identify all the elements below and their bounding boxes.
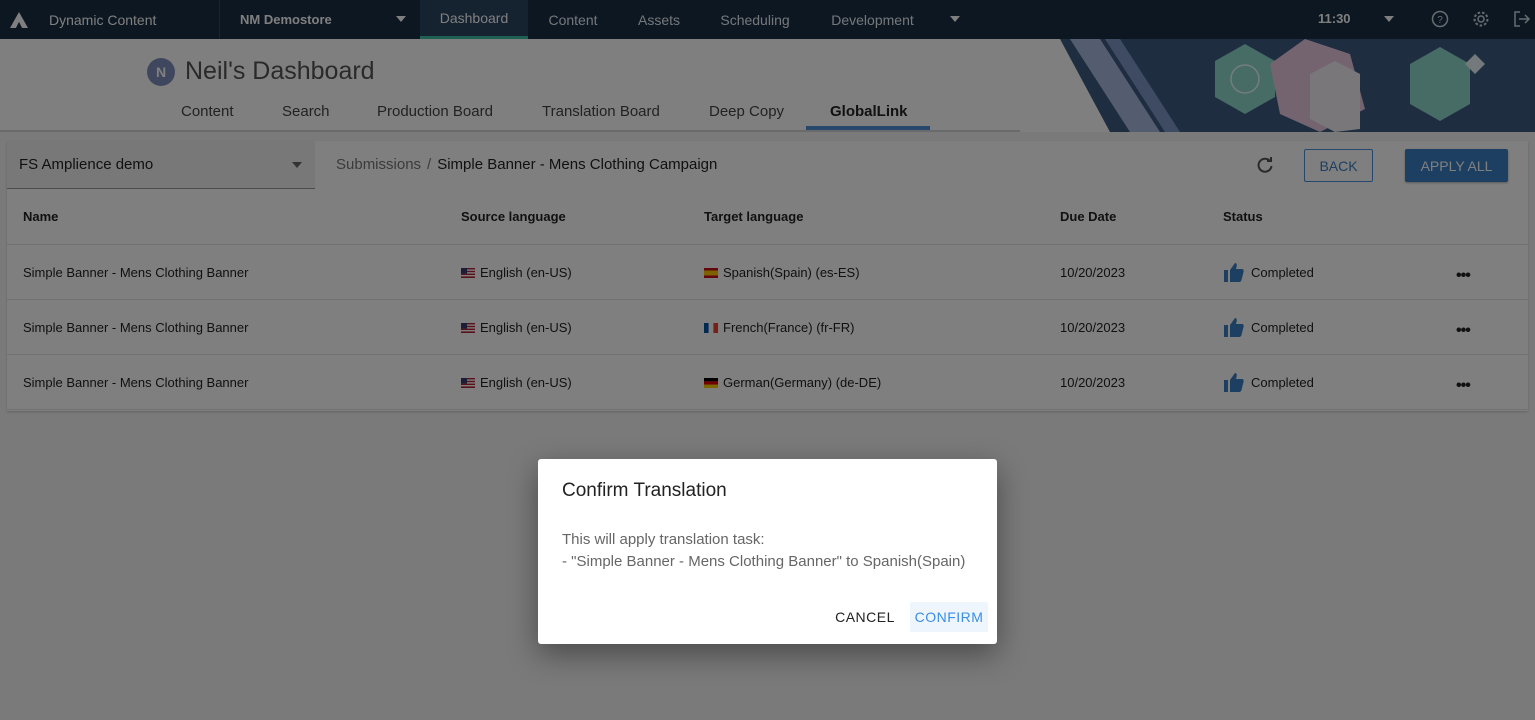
confirm-button[interactable]: CONFIRM xyxy=(910,602,988,632)
cancel-button[interactable]: CANCEL xyxy=(830,602,900,632)
dialog-message-line-1: This will apply translation task: xyxy=(562,531,765,548)
confirm-translation-dialog: Confirm Translation This will apply tran… xyxy=(538,459,997,644)
dialog-message-line-2: - "Simple Banner - Mens Clothing Banner"… xyxy=(562,553,966,570)
dialog-title: Confirm Translation xyxy=(562,480,727,501)
